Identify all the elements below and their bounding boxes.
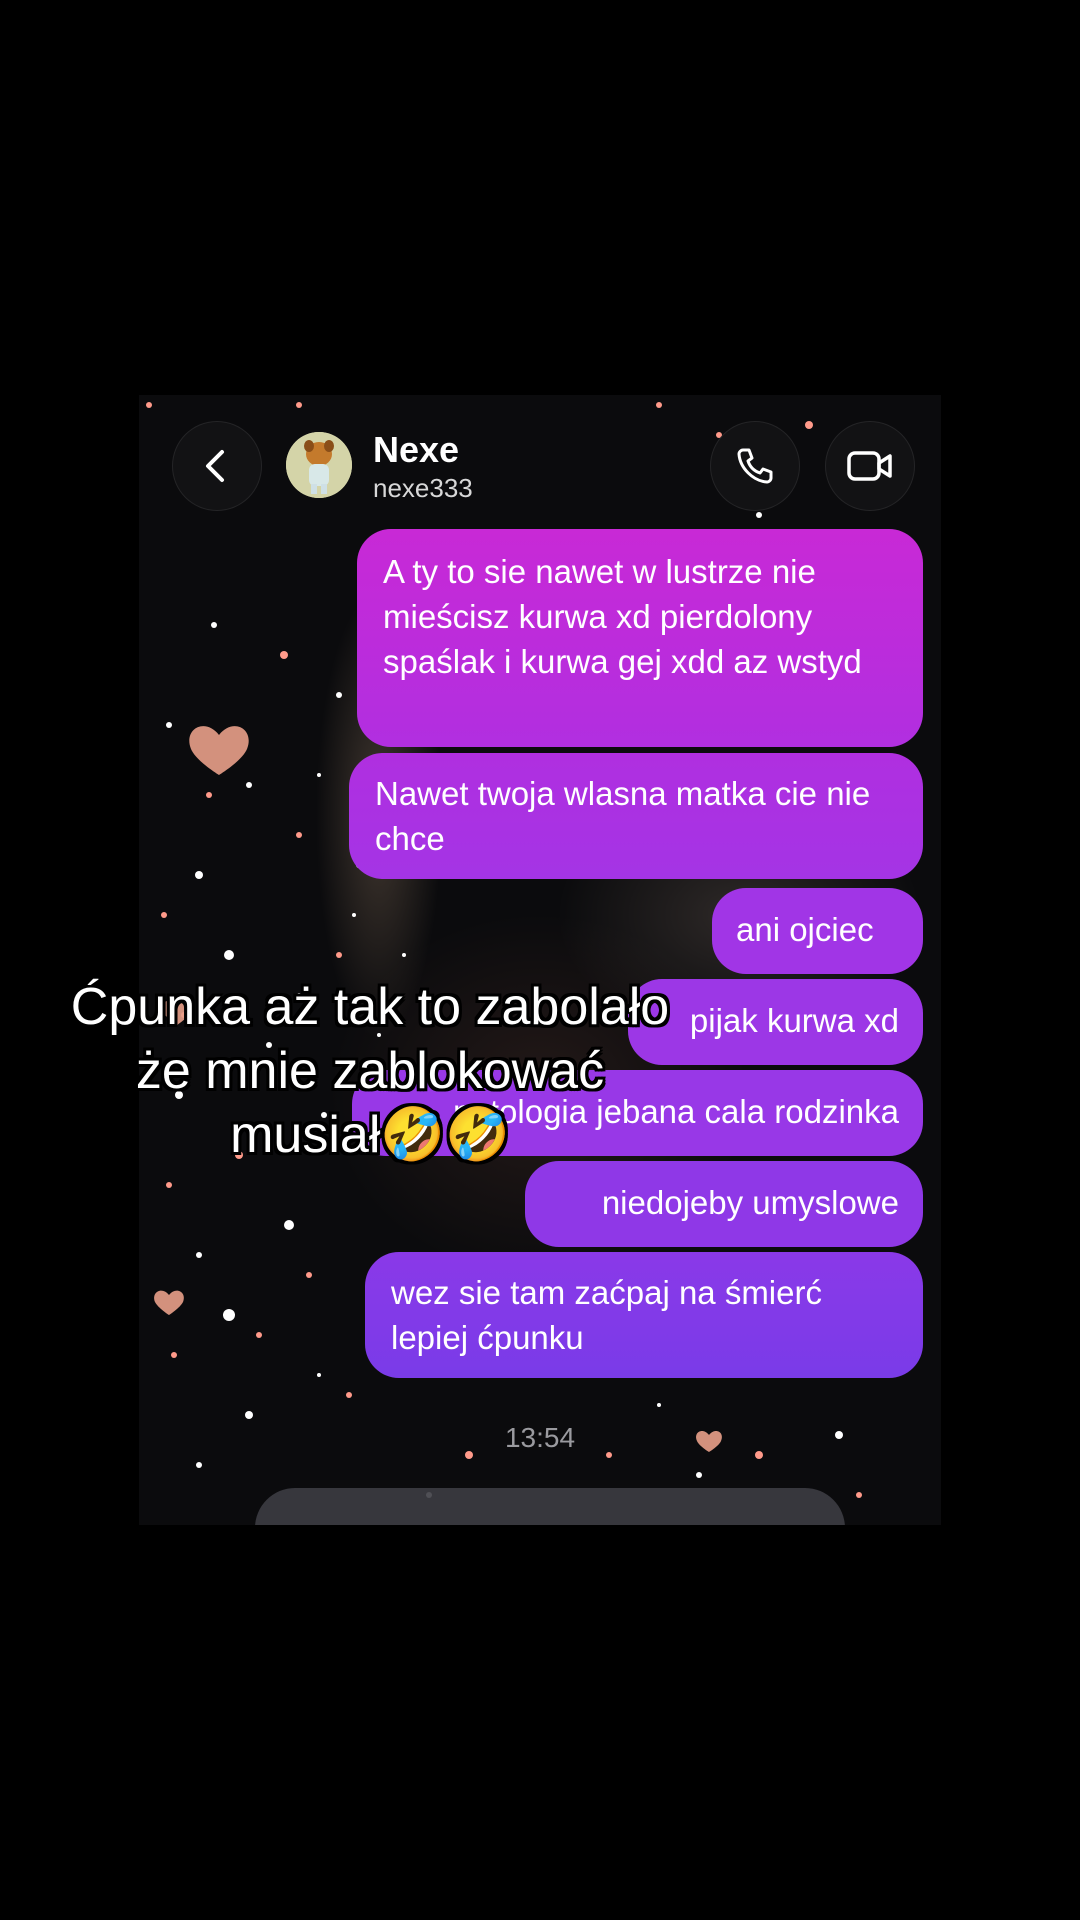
chevron-left-icon xyxy=(206,450,224,482)
message-bubble[interactable]: A ty to sie nawet w lustrze nie mieścisz… xyxy=(357,529,923,747)
message-bubble[interactable]: ani ojciec xyxy=(712,888,923,974)
video-caption: Ćpunka aż tak to zabolało że mnie zablok… xyxy=(0,975,740,1167)
contact-name[interactable]: Nexe xyxy=(373,429,459,471)
chat-screenshot: Nexe nexe333 A ty to sie nawet w lustrze… xyxy=(139,395,941,1525)
back-button[interactable] xyxy=(172,421,262,511)
message-bubble[interactable]: wez sie tam zaćpaj na śmierć lepiej ćpun… xyxy=(365,1252,923,1378)
video-frame: Nexe nexe333 A ty to sie nawet w lustrze… xyxy=(0,0,1080,1920)
video-call-button[interactable] xyxy=(825,421,915,511)
video-camera-icon xyxy=(847,451,892,481)
message-bubble[interactable]: niedojeby umyslowe xyxy=(525,1161,923,1247)
call-button[interactable] xyxy=(710,421,800,511)
dog-avatar-icon xyxy=(286,432,352,498)
caption-line: Ćpunka aż tak to zabolało xyxy=(70,978,670,1036)
caption-line: że mnie zablokować xyxy=(135,1042,605,1100)
avatar[interactable] xyxy=(286,432,352,498)
message-bubble[interactable]: Nawet twoja wlasna matka cie nie chce xyxy=(349,753,923,879)
phone-icon xyxy=(737,448,773,484)
caption-line: musiał🤣🤣 xyxy=(230,1106,510,1164)
notice-banner xyxy=(255,1488,845,1525)
contact-username[interactable]: nexe333 xyxy=(373,473,473,504)
message-timestamp: 13:54 xyxy=(504,1422,576,1453)
